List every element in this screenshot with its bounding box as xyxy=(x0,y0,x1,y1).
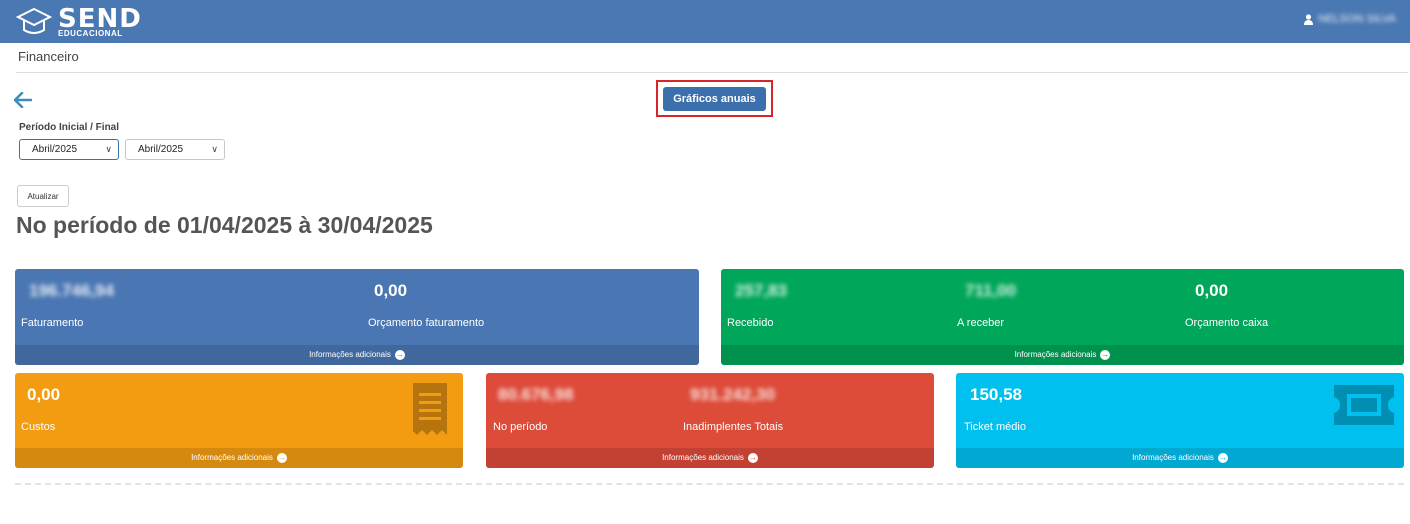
metric-orcamento-faturamento: 0,00 Orçamento faturamento xyxy=(368,281,484,329)
metric-recebido: 257,83 Recebido xyxy=(727,281,787,329)
metric-inadimplentes-totais: 931.242,30 Inadimplentes Totais xyxy=(683,385,783,433)
arrow-circle-right-icon: → xyxy=(747,452,758,463)
atualizar-button[interactable]: Atualizar xyxy=(17,185,69,207)
more-info-label: Informações adicionais xyxy=(662,453,744,462)
card-ticket-medio: 150,58 Ticket médio Informações adiciona… xyxy=(956,373,1404,468)
metric-label: Faturamento xyxy=(21,317,84,329)
metric-custos: 0,00 Custos xyxy=(21,385,61,433)
period-start-select[interactable]: Abril/2025 ∨ xyxy=(19,139,119,160)
divider xyxy=(16,72,1408,73)
graficos-highlight: Gráficos anuais xyxy=(656,80,773,117)
metric-orcamento-caixa: 0,00 Orçamento caixa xyxy=(1185,281,1268,329)
graficos-anuais-button[interactable]: Gráficos anuais xyxy=(663,87,766,111)
metric-value: 0,00 xyxy=(27,385,61,404)
arrow-circle-right-icon: → xyxy=(1100,349,1111,360)
period-start-value: Abril/2025 xyxy=(32,144,78,155)
chevron-down-icon: ∨ xyxy=(105,144,112,154)
metric-label: Inadimplentes Totais xyxy=(683,421,784,433)
metric-label: Recebido xyxy=(727,317,774,329)
more-info-label: Informações adicionais xyxy=(1014,350,1097,359)
more-info-label: Informações adicionais xyxy=(1132,453,1214,462)
more-info-link[interactable]: Informações adicionais → xyxy=(486,448,934,468)
metric-value: 931.242,30 xyxy=(690,385,776,404)
card-custos: 0,00 Custos Informações adicionais → xyxy=(15,373,463,468)
metric-label: Custos xyxy=(21,421,56,433)
send-logo[interactable]: SEND EDUCACIONAL xyxy=(16,5,142,39)
receipt-icon xyxy=(413,383,447,435)
metric-label: Orçamento faturamento xyxy=(368,317,485,329)
more-info-link[interactable]: Informações adicionais → xyxy=(721,345,1404,365)
metric-ticket-medio: 150,58 Ticket médio xyxy=(964,385,1026,433)
arrow-circle-right-icon: → xyxy=(1217,452,1228,463)
period-end-select[interactable]: Abril/2025 ∨ xyxy=(125,139,225,160)
more-info-label: Informações adicionais xyxy=(191,453,273,462)
arrow-circle-right-icon: → xyxy=(276,452,287,463)
section-divider xyxy=(15,483,1404,485)
metric-label: A receber xyxy=(957,317,1005,329)
card-faturamento: 196.746,94 Faturamento 0,00 Orçamento fa… xyxy=(15,269,699,365)
graduation-cap-icon xyxy=(16,7,52,34)
more-info-label: Informações adicionais xyxy=(309,350,391,359)
metric-value: 196.746,94 xyxy=(29,281,115,300)
more-info-link[interactable]: Informações adicionais → xyxy=(956,448,1404,468)
metric-no-periodo: 80.676,98 No período xyxy=(493,385,574,433)
period-label: Período Inicial / Final xyxy=(19,122,120,133)
metric-faturamento: 196.746,94 Faturamento xyxy=(21,281,115,329)
card-inadimplencia: 80.676,98 No período 931.242,30 Inadimpl… xyxy=(486,373,934,468)
user-name: NELSON SILVA xyxy=(1318,13,1396,25)
metric-value: 0,00 xyxy=(1195,281,1229,300)
page-title: No período de 01/04/2025 à 30/04/2025 xyxy=(16,212,433,238)
more-info-link[interactable]: Informações adicionais → xyxy=(15,345,699,365)
metric-value: 0,00 xyxy=(374,281,408,300)
back-arrow-icon[interactable] xyxy=(13,88,33,114)
more-info-link[interactable]: Informações adicionais → xyxy=(15,448,463,468)
ticket-icon xyxy=(1334,385,1394,425)
user-menu[interactable]: NELSON SILVA xyxy=(1304,13,1396,25)
top-navbar: SEND EDUCACIONAL NELSON SILVA xyxy=(0,0,1410,43)
metric-value: 150,58 xyxy=(970,385,1022,404)
metric-label: Orçamento caixa xyxy=(1185,317,1269,329)
chevron-down-icon: ∨ xyxy=(211,144,218,154)
metric-value: 80.676,98 xyxy=(498,385,574,404)
card-caixa: 257,83 Recebido 711,00 A receber 0,00 Or… xyxy=(721,269,1404,365)
metric-label: No período xyxy=(493,421,548,433)
user-icon xyxy=(1304,13,1314,25)
metric-value: 257,83 xyxy=(735,281,787,300)
arrow-circle-right-icon: → xyxy=(394,349,405,360)
period-end-value: Abril/2025 xyxy=(138,144,184,155)
metric-a-receber: 711,00 A receber xyxy=(957,281,1017,329)
metric-label: Ticket médio xyxy=(964,421,1026,433)
metric-value: 711,00 xyxy=(965,281,1017,300)
breadcrumb: Financeiro xyxy=(18,49,79,64)
